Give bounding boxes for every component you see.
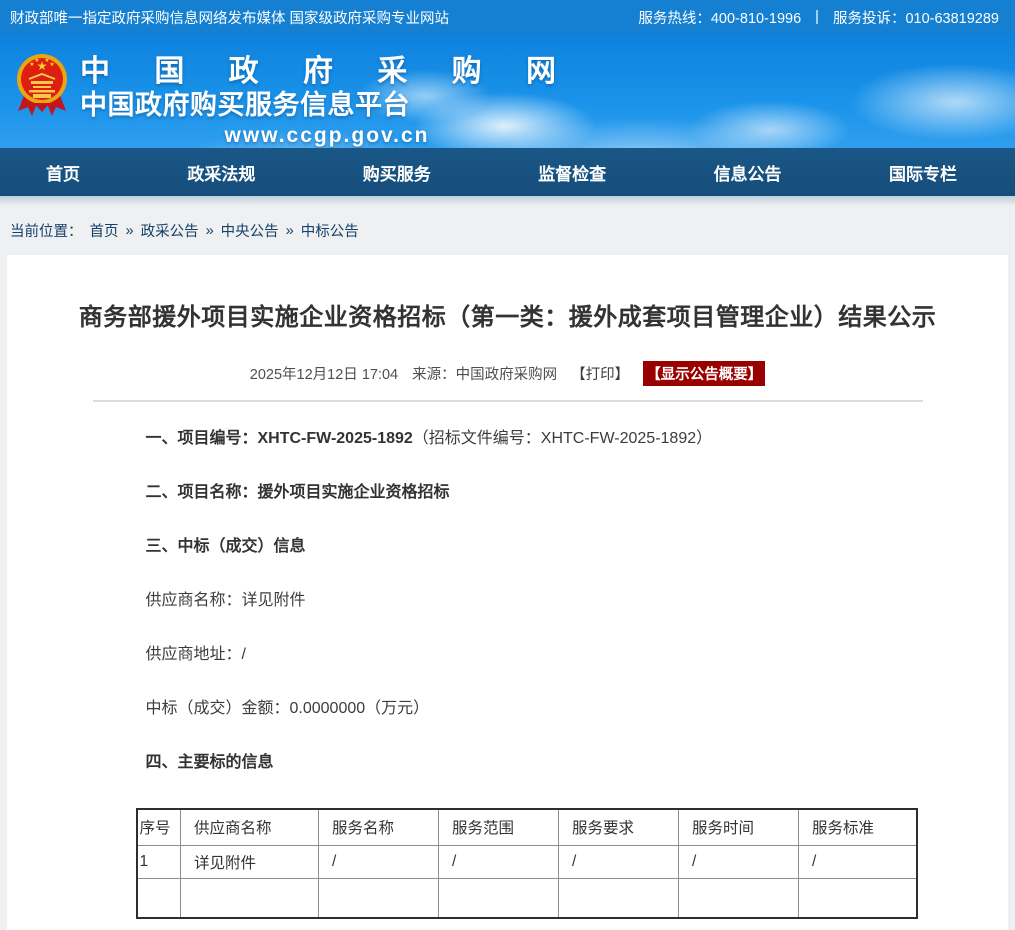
table-cell (559, 878, 679, 918)
paragraph-normal-text: 中标（成交）金额：0.0000000（万元） (146, 700, 430, 717)
paragraph-award-amount: 中标（成交）金额：0.0000000（万元） (93, 682, 923, 736)
table-cell (799, 878, 917, 918)
site-logo[interactable]: ★ ★ ★ ★ ★ 中 国 政 府 采 购 网 中国政府购买服务信息平台 www… (16, 51, 574, 148)
table-cell (679, 878, 799, 918)
paragraph-normal-text: 供应商名称：详见附件 (146, 592, 306, 609)
nav-item-international[interactable]: 国际专栏 (889, 160, 957, 185)
breadcrumb: 当前位置： 首页 » 政采公告 » 中央公告 » 中标公告 (0, 206, 1015, 255)
table-row (137, 878, 917, 918)
table-cell: / (799, 845, 917, 878)
breadcrumb-item-award-notices[interactable]: 中标公告 (301, 220, 359, 241)
table-header-row: 序号 供应商名称 服务名称 服务范围 服务要求 服务时间 服务标准 (137, 809, 917, 845)
site-slogan: 财政部唯一指定政府采购信息网络发布媒体 国家级政府采购专业网站 (10, 7, 449, 28)
table-cell: / (559, 845, 679, 878)
paragraph-award-info-heading: 三、中标（成交）信息 (93, 520, 923, 574)
breadcrumb-item-procurement-notices[interactable]: 政采公告 (141, 220, 199, 241)
svg-text:★: ★ (34, 57, 39, 64)
nav-item-regulations[interactable]: 政采法规 (187, 160, 255, 185)
nav-item-announcements[interactable]: 信息公告 (714, 160, 782, 185)
main-subject-table: 序号 供应商名称 服务名称 服务范围 服务要求 服务时间 服务标准 1 详见附件… (136, 808, 918, 919)
print-button[interactable]: 【打印】 (571, 367, 629, 383)
paragraph-supplier-address: 供应商地址：/ (93, 628, 923, 682)
table-cell (181, 878, 319, 918)
breadcrumb-separator: » (286, 223, 294, 239)
paragraph-bold-text: 四、主要标的信息 (146, 754, 274, 771)
site-wordmark: 中 国 政 府 采 购 网 中国政府购买服务信息平台 www.ccgp.gov.… (80, 57, 574, 148)
table-header-service-requirements: 服务要求 (559, 809, 679, 845)
article-meta: 2025年12月12日 17:04 来源：中国政府采购网 【打印】 【显示公告概… (7, 361, 1008, 386)
nav-item-supervision[interactable]: 监督检查 (538, 160, 606, 185)
show-summary-button[interactable]: 【显示公告概要】 (643, 361, 765, 386)
national-emblem-icon: ★ ★ ★ ★ ★ (16, 51, 68, 124)
paragraph-main-subject-heading: 四、主要标的信息 (93, 736, 923, 790)
paragraph-supplier-name: 供应商名称：详见附件 (93, 574, 923, 628)
paragraph-normal-text: （招标文件编号：XHTC-FW-2025-1892） (413, 430, 712, 447)
breadcrumb-separator: » (126, 223, 134, 239)
table-cell (137, 878, 181, 918)
svg-text:★: ★ (49, 61, 54, 68)
breadcrumb-separator: » (206, 223, 214, 239)
contact-divider: | (815, 9, 819, 25)
table-header-serial: 序号 (137, 809, 181, 845)
table-row: 1 详见附件 / / / / / (137, 845, 917, 878)
table-cell (439, 878, 559, 918)
table-header-supplier-name: 供应商名称 (181, 809, 319, 845)
service-contacts: 服务热线：400-810-1996 | 服务投诉：010-63819289 (638, 7, 999, 28)
nav-item-purchase-services[interactable]: 购买服务 (363, 160, 431, 185)
table-cell: 1 (137, 845, 181, 878)
article-container: 商务部援外项目实施企业资格招标（第一类：援外成套项目管理企业）结果公示 2025… (7, 255, 1008, 930)
paragraph-project-name: 二、项目名称：援外项目实施企业资格招标 (93, 466, 923, 520)
breadcrumb-item-central-notices[interactable]: 中央公告 (221, 220, 279, 241)
paragraph-normal-text: 供应商地址：/ (146, 646, 246, 663)
table-header-service-time: 服务时间 (679, 809, 799, 845)
table-cell: / (679, 845, 799, 878)
article-source: 来源：中国政府采购网 (412, 367, 557, 383)
table-cell: / (319, 845, 439, 878)
table-cell (319, 878, 439, 918)
site-subtitle: 中国政府购买服务信息平台 (80, 92, 574, 119)
article-body: 一、项目编号：XHTC-FW-2025-1892（招标文件编号：XHTC-FW-… (93, 402, 923, 919)
nav-bottom-fade (0, 196, 1015, 206)
table-header-service-name: 服务名称 (319, 809, 439, 845)
site-url: www.ccgp.gov.cn (80, 124, 574, 148)
paragraph-bold-text: 三、中标（成交）信息 (146, 538, 306, 555)
service-hotline: 服务热线：400-810-1996 (638, 7, 801, 28)
paragraph-bold-text: 二、项目名称：援外项目实施企业资格招标 (146, 484, 450, 501)
main-navigation: 首页 政采法规 购买服务 监督检查 信息公告 国际专栏 (0, 148, 1015, 196)
site-name: 中 国 政 府 采 购 网 (80, 57, 574, 87)
top-utility-bar: 财政部唯一指定政府采购信息网络发布媒体 国家级政府采购专业网站 服务热线：400… (0, 0, 1015, 34)
page-title: 商务部援外项目实施企业资格招标（第一类：援外成套项目管理企业）结果公示 (7, 255, 1008, 335)
table-header-service-scope: 服务范围 (439, 809, 559, 845)
table-cell: / (439, 845, 559, 878)
site-header: ★ ★ ★ ★ ★ 中 国 政 府 采 购 网 中国政府购买服务信息平台 www… (0, 34, 1015, 148)
publish-datetime: 2025年12月12日 17:04 (250, 367, 398, 383)
service-complaints: 服务投诉：010-63819289 (833, 7, 999, 28)
paragraph-project-number: 一、项目编号：XHTC-FW-2025-1892（招标文件编号：XHTC-FW-… (93, 412, 923, 466)
paragraph-bold-text: 一、项目编号：XHTC-FW-2025-1892 (146, 430, 413, 447)
breadcrumb-label: 当前位置： (10, 220, 83, 241)
table-cell: 详见附件 (181, 845, 319, 878)
nav-item-home[interactable]: 首页 (46, 160, 80, 185)
table-header-service-standard: 服务标准 (799, 809, 917, 845)
breadcrumb-item-home[interactable]: 首页 (90, 220, 119, 241)
